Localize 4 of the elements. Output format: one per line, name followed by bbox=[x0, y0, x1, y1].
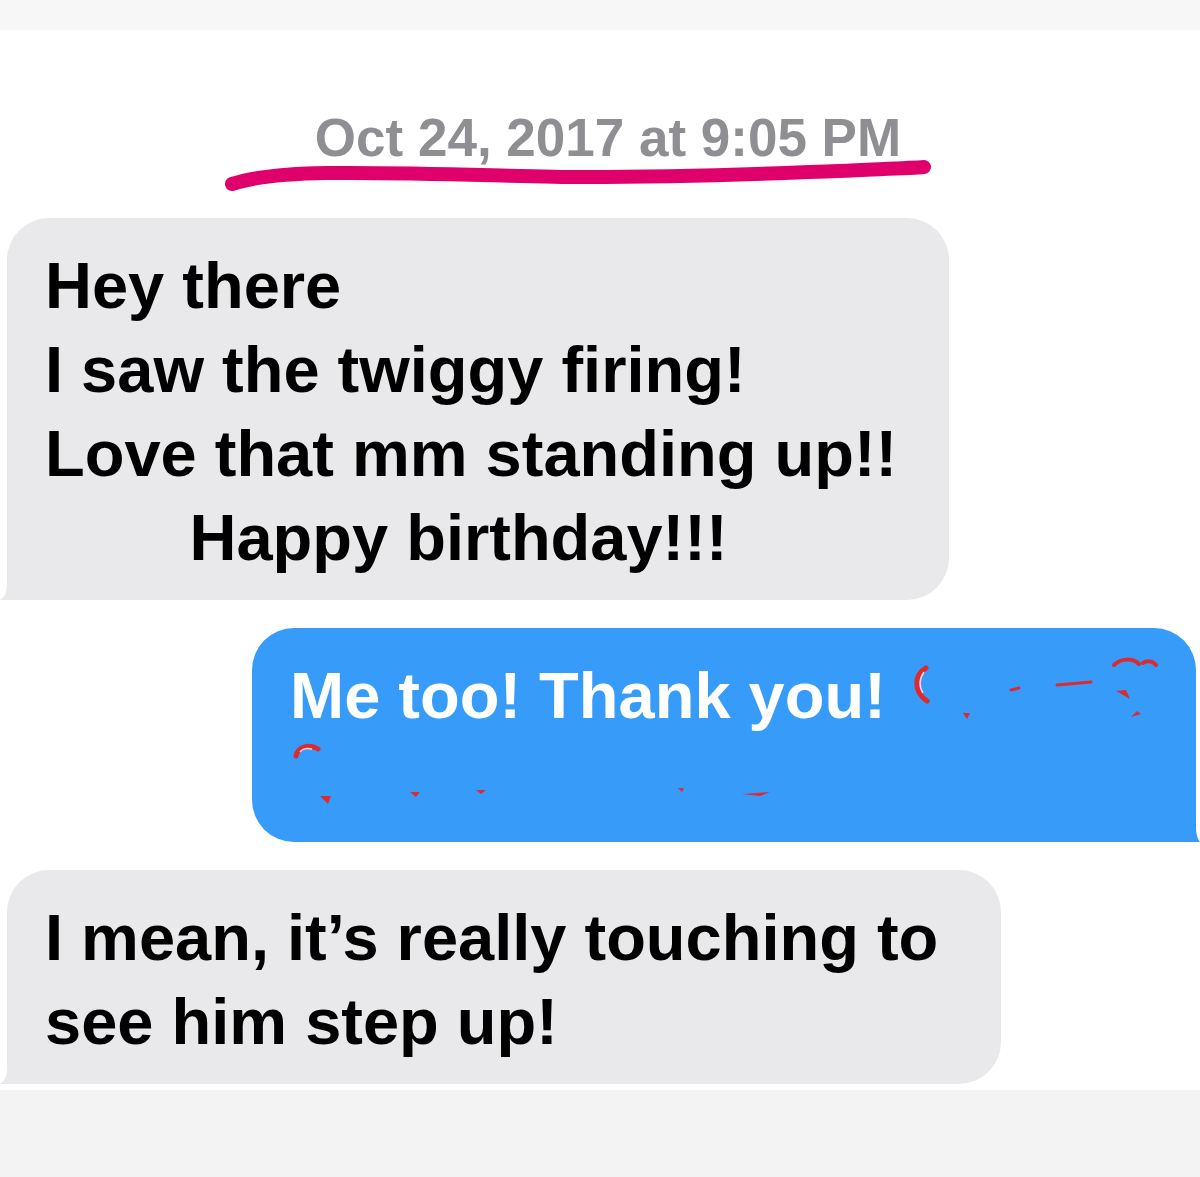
message-text: Hey there I saw the twiggy firing! Love that mm standing up!! Happy birthday!!! bbox=[45, 248, 898, 576]
message-text: I mean, it’s really touching to see him step up! bbox=[45, 900, 940, 1060]
timestamp: Oct 24, 2017 at 9:05 PM bbox=[314, 108, 902, 168]
message-text: Me too! Thank you! bbox=[290, 657, 886, 734]
